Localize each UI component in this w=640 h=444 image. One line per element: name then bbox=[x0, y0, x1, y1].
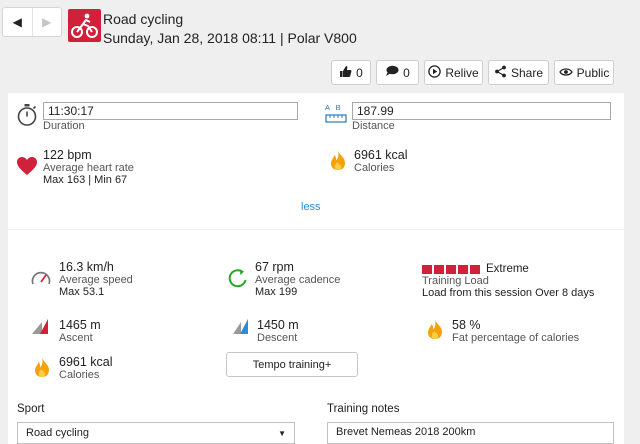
heart-rate-field: 122 bpm Average heart rate Max 163 | Min… bbox=[43, 148, 134, 186]
tempo-training-button[interactable]: Tempo training+ bbox=[226, 352, 358, 377]
cadence-icon bbox=[227, 267, 249, 292]
fat-value: 58 % bbox=[452, 318, 481, 332]
ascent-icon bbox=[31, 317, 51, 338]
cadence-max: Max 199 bbox=[255, 286, 298, 298]
share-icon bbox=[494, 65, 507, 81]
fat-label: Fat percentage of calories bbox=[452, 332, 580, 344]
calories-label: Calories bbox=[354, 162, 395, 174]
stopwatch-icon bbox=[16, 103, 38, 130]
ascent-label: Ascent bbox=[59, 332, 93, 344]
distance-icon: A B bbox=[325, 103, 347, 126]
history-nav: ◀ ▶ bbox=[2, 7, 62, 37]
heart-icon bbox=[16, 156, 38, 179]
cadence-value: 67 rpm bbox=[255, 260, 294, 274]
cadence-field: 67 rpm Average cadence Max 199 bbox=[255, 260, 340, 298]
like-count: 0 bbox=[356, 65, 363, 80]
session-subtitle: Sunday, Jan 28, 2018 08:11 | Polar V800 bbox=[103, 30, 357, 46]
speed-value: 16.3 km/h bbox=[59, 260, 114, 274]
speed-field: 16.3 km/h Average speed Max 53.1 bbox=[59, 260, 133, 298]
distance-field: 187.99 Distance bbox=[352, 102, 611, 132]
dropdown-arrow-icon: ▼ bbox=[278, 428, 286, 438]
calories-flame-icon bbox=[34, 356, 50, 381]
duration-input[interactable]: 11:30:17 bbox=[43, 102, 298, 120]
visibility-button[interactable]: Public bbox=[554, 60, 614, 85]
training-load-bars bbox=[422, 264, 480, 274]
calories-field: 6961 kcal Calories bbox=[354, 148, 408, 174]
heart-rate-value: 122 bpm bbox=[43, 148, 92, 162]
sport-title: Road cycling bbox=[103, 11, 184, 27]
heart-rate-minmax: Max 163 | Min 67 bbox=[43, 174, 128, 186]
cadence-label: Average cadence bbox=[255, 274, 341, 286]
relive-label: Relive bbox=[445, 65, 479, 80]
share-label: Share bbox=[510, 65, 544, 80]
sport-select[interactable]: Road cycling ▼ bbox=[17, 422, 295, 444]
descent-value: 1450 m bbox=[257, 318, 299, 332]
cycling-icon bbox=[68, 9, 101, 42]
heart-rate-label: Average heart rate bbox=[43, 162, 134, 174]
detail-calories-value: 6961 kcal bbox=[59, 355, 113, 369]
descent-icon bbox=[232, 317, 252, 338]
action-bar: 0 0 Relive Share Public bbox=[331, 60, 614, 85]
forward-button[interactable]: ▶ bbox=[31, 8, 62, 36]
detail-calories-label: Calories bbox=[59, 369, 100, 381]
training-load-recovery: Load from this session Over 8 days bbox=[422, 287, 595, 299]
details-card: 16.3 km/h Average speed Max 53.1 67 rpm … bbox=[8, 230, 624, 444]
training-load-level: Extreme bbox=[422, 263, 594, 275]
duration-field: 11:30:17 Duration bbox=[43, 102, 298, 132]
distance-label: Distance bbox=[352, 120, 395, 132]
descent-field: 1450 m Descent bbox=[257, 318, 299, 344]
sport-select-value: Road cycling bbox=[26, 427, 89, 439]
duration-label: Duration bbox=[43, 120, 85, 132]
comment-button[interactable]: 0 bbox=[376, 60, 419, 85]
visibility-label: Public bbox=[576, 65, 610, 80]
speedometer-icon bbox=[31, 270, 51, 289]
flame-icon bbox=[330, 149, 346, 174]
sport-label: Sport bbox=[17, 403, 45, 415]
summary-card: 11:30:17 Duration A B 187.99 Distance 12… bbox=[8, 93, 624, 229]
calories-value: 6961 kcal bbox=[354, 148, 408, 162]
back-button[interactable]: ◀ bbox=[3, 8, 32, 36]
comment-count: 0 bbox=[403, 65, 410, 80]
notes-label: Training notes bbox=[327, 403, 400, 415]
session-header: Road cycling Sunday, Jan 28, 2018 08:11 … bbox=[103, 11, 357, 46]
speed-label: Average speed bbox=[59, 274, 133, 286]
speed-max: Max 53.1 bbox=[59, 286, 105, 298]
like-button[interactable]: 0 bbox=[331, 60, 371, 85]
fat-flame-icon bbox=[427, 318, 443, 343]
fat-field: 58 % Fat percentage of calories bbox=[452, 318, 579, 344]
training-load-field: Extreme Training Load Load from this ses… bbox=[422, 263, 594, 299]
distance-input[interactable]: 187.99 bbox=[352, 102, 611, 120]
training-load-label: Training Load bbox=[422, 275, 489, 287]
eye-icon bbox=[558, 66, 573, 80]
comment-icon bbox=[385, 65, 399, 80]
descent-label: Descent bbox=[257, 332, 298, 344]
training-load-level-text: Extreme bbox=[486, 263, 529, 275]
detail-calories-field: 6961 kcal Calories bbox=[59, 355, 113, 381]
ascent-value: 1465 m bbox=[59, 318, 101, 332]
play-circle-icon bbox=[428, 64, 442, 81]
relive-button[interactable]: Relive bbox=[424, 60, 483, 85]
training-notes-field[interactable]: Brevet Nemeas 2018 200km bbox=[327, 422, 614, 444]
ascent-field: 1465 m Ascent bbox=[59, 318, 101, 344]
less-link[interactable]: less bbox=[301, 201, 321, 213]
thumbs-up-icon bbox=[339, 65, 352, 81]
share-button[interactable]: Share bbox=[488, 60, 549, 85]
